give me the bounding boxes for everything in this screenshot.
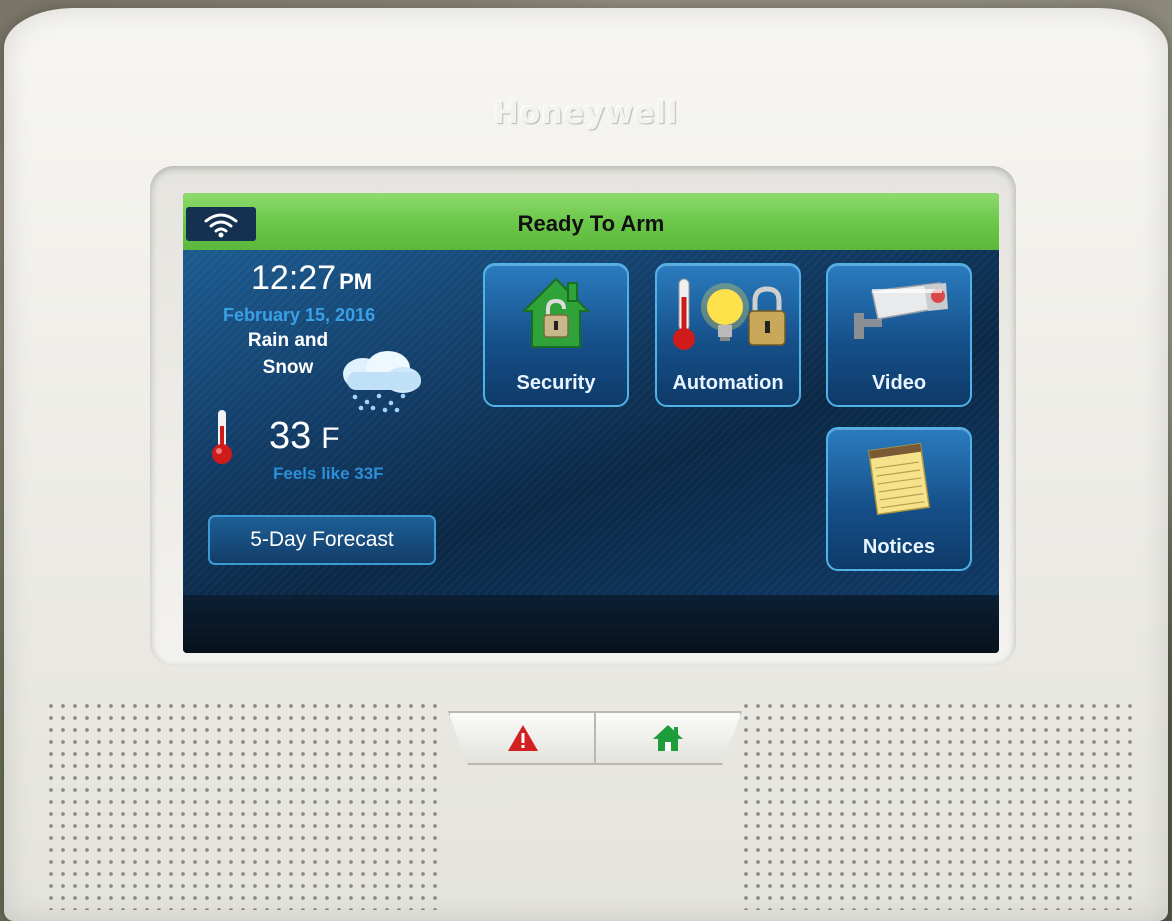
house-padlock-icon (521, 277, 591, 348)
status-text: Ready To Arm (517, 211, 665, 236)
emergency-button[interactable] (448, 711, 596, 765)
tile-notices-label: Notices (862, 536, 936, 558)
tile-video[interactable]: Video (826, 263, 972, 407)
tile-automation-label: Automation (672, 372, 784, 394)
tile-notices[interactable]: Notices (826, 427, 972, 571)
tile-automation[interactable]: Automation (655, 263, 801, 407)
temperature-value: 33 (269, 415, 312, 457)
brand-logo: Honeywell (493, 96, 679, 131)
home-icon (651, 723, 685, 753)
clock: 12:27 PM (251, 259, 372, 298)
tile-security[interactable]: Security (483, 263, 629, 407)
date-label: February 15, 2016 (223, 305, 376, 325)
weather-condition-line1: Rain and (247, 330, 329, 351)
temperature-unit: F (321, 422, 340, 455)
notepad-icon (867, 442, 931, 516)
security-camera-icon (854, 282, 948, 339)
clock-ampm: PM (339, 269, 373, 294)
thermometer-icon (212, 410, 232, 464)
speaker-grille-left (45, 700, 445, 910)
weather-condition-line2: Snow (262, 357, 314, 378)
tile-security-label: Security (516, 372, 596, 394)
touchscreen: Ready To Arm 12:27 PM February 15, 2016 R… (183, 193, 999, 653)
tile-video-label: Video (871, 372, 927, 394)
weather-condition: Rain and Snow (233, 327, 343, 381)
thermometer-bulb-lock-icon (673, 278, 786, 350)
clock-time: 12:27 (251, 259, 337, 297)
hardware-buttons (448, 711, 742, 767)
rain-snow-cloud-icon (343, 351, 421, 413)
forecast-button[interactable]: 5-Day Forecast (208, 515, 436, 565)
feels-like: Feels like 33F (273, 464, 384, 483)
home-button[interactable] (594, 711, 742, 765)
warning-triangle-icon (507, 725, 538, 751)
temperature: 33 F (269, 415, 340, 458)
status-bar: Ready To Arm (183, 193, 999, 250)
bottom-bar (183, 595, 999, 653)
speaker-grille-right (740, 700, 1135, 910)
